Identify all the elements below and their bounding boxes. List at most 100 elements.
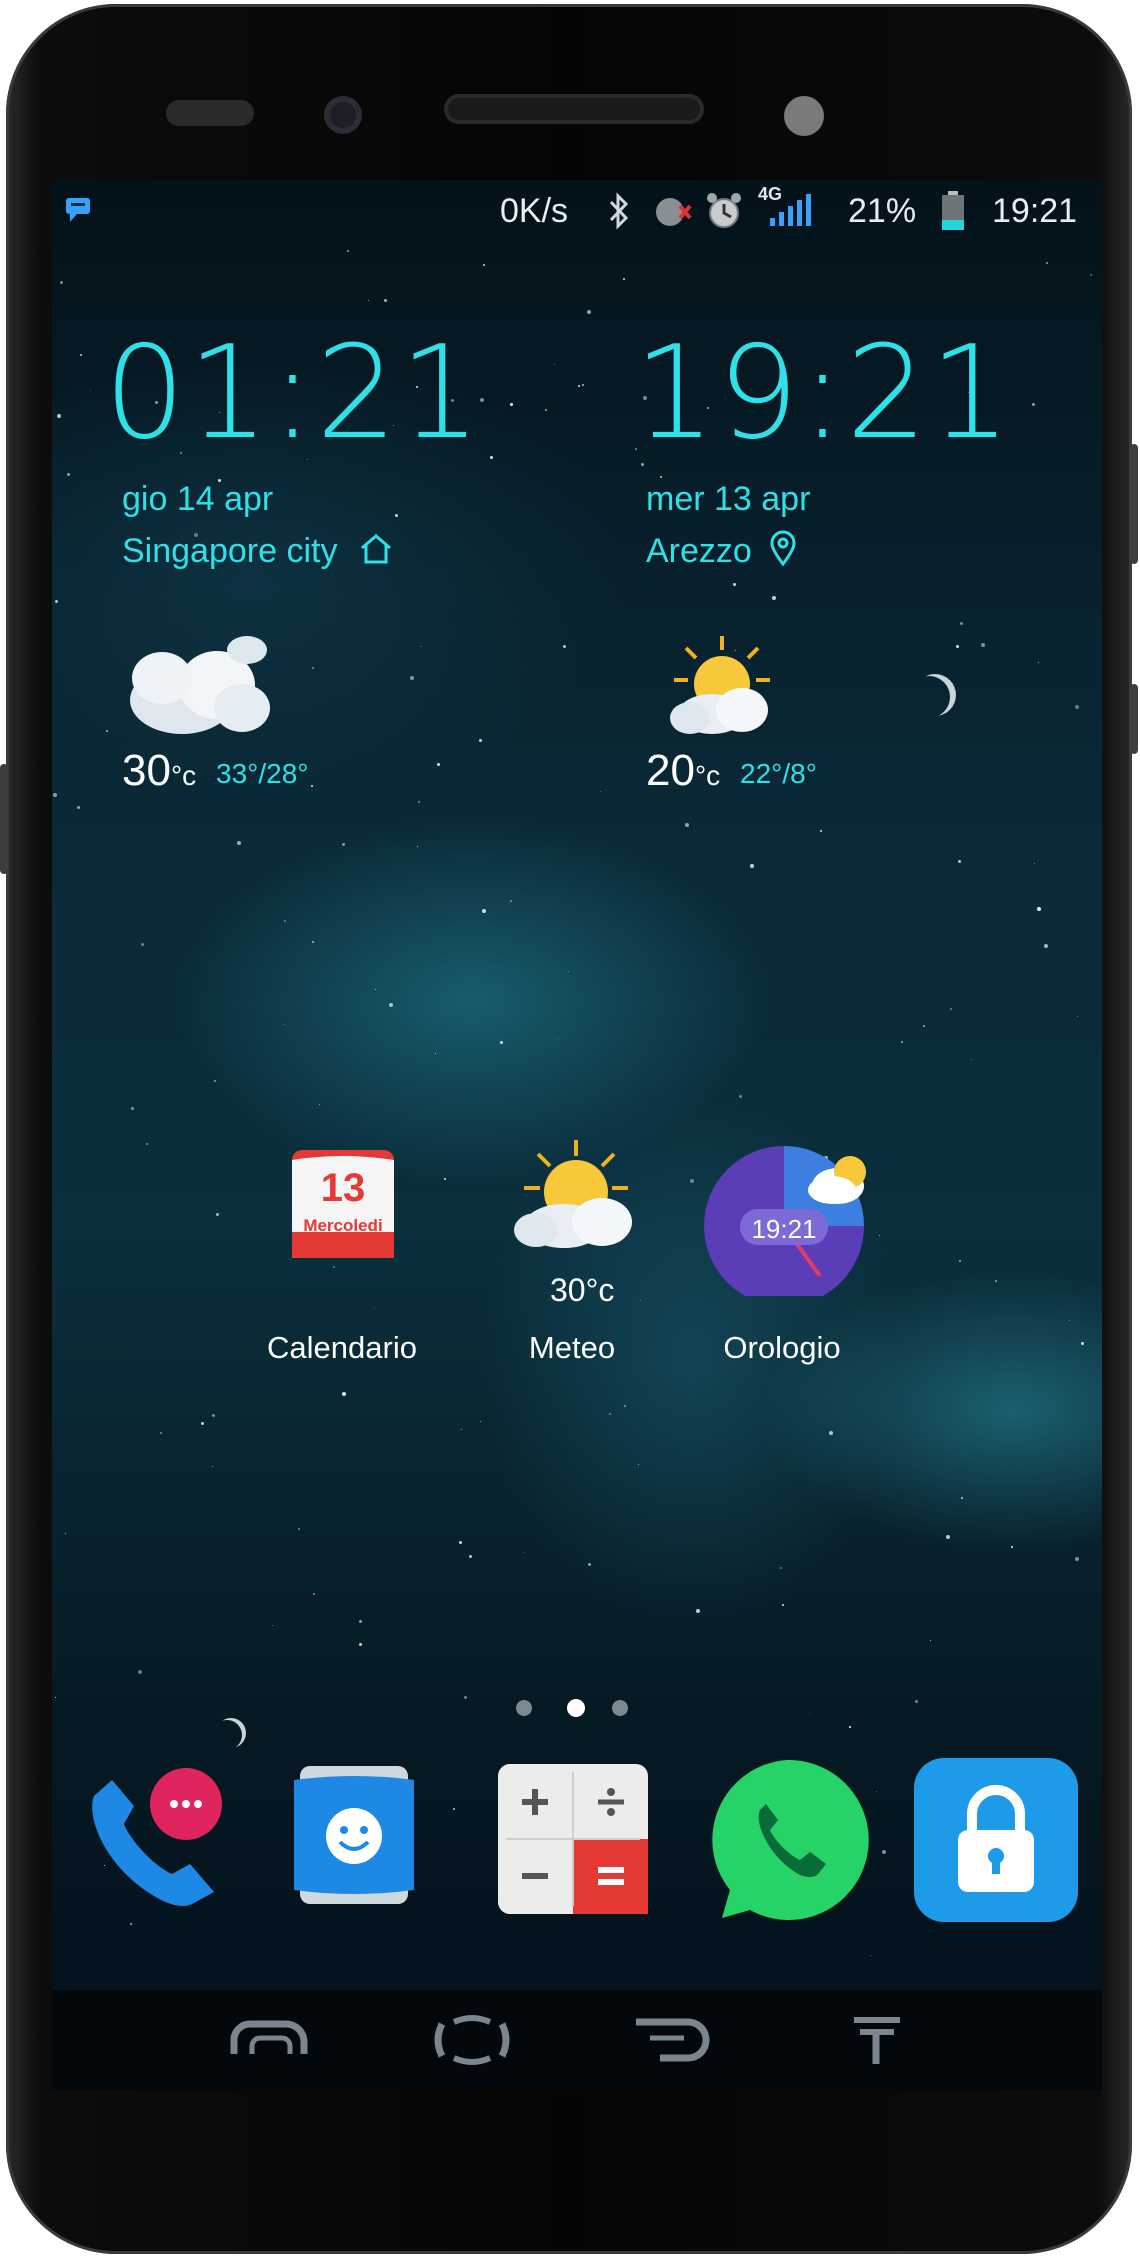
star [311, 785, 313, 787]
star [685, 823, 689, 827]
star [587, 310, 591, 314]
star [319, 1104, 320, 1105]
calculator-icon[interactable] [498, 1764, 648, 1919]
clock-widget-left-time[interactable]: 01:21 [104, 330, 483, 458]
star [733, 583, 736, 586]
star [588, 1563, 591, 1566]
clock-icon-time: 19:21 [751, 1214, 817, 1244]
home-icon[interactable] [432, 2010, 510, 2070]
star [545, 409, 547, 411]
star [359, 1643, 362, 1646]
star [1038, 662, 1039, 663]
star [60, 281, 63, 284]
star [480, 1421, 481, 1422]
star [946, 1535, 950, 1539]
star [359, 1620, 362, 1623]
star [554, 364, 555, 365]
star [1075, 705, 1079, 709]
star [90, 390, 91, 391]
back-icon[interactable] [632, 2010, 710, 2070]
star [849, 1726, 851, 1728]
star [417, 846, 418, 847]
status-bar: 0K/s 4G 21% 19:21 [52, 180, 1102, 242]
page-dot-2[interactable] [567, 1699, 585, 1717]
star [333, 1266, 335, 1268]
lock-icon[interactable] [914, 1758, 1078, 1927]
star [347, 250, 349, 252]
battery-percent: 21% [848, 192, 917, 230]
star [375, 989, 376, 990]
network-speed: 0K/s [500, 192, 569, 230]
weather-label[interactable]: Meteo [462, 1330, 682, 1366]
status-time: 19:21 [992, 192, 1078, 230]
moon-small [216, 1718, 246, 1748]
right-temp: 20°c [646, 746, 721, 795]
clock-label[interactable]: Orologio [672, 1330, 892, 1366]
star [212, 1414, 215, 1417]
star [284, 1024, 285, 1025]
star [453, 1808, 455, 1810]
star [342, 1392, 346, 1396]
star [201, 1422, 204, 1425]
star [389, 1003, 393, 1007]
star [384, 299, 387, 302]
star [138, 1670, 142, 1674]
star [106, 730, 108, 732]
clock-icon[interactable]: 19:21 [702, 1146, 878, 1306]
signal-icon [768, 192, 814, 237]
right-temp-range: 22°/8° [740, 758, 817, 789]
mute-icon [650, 190, 694, 243]
star [971, 1059, 972, 1060]
home-location-icon [358, 532, 394, 571]
whatsapp-icon[interactable] [702, 1759, 872, 1925]
star [1037, 907, 1041, 911]
star [961, 1497, 963, 1499]
star [780, 1567, 782, 1569]
star [437, 763, 440, 766]
weather-icon[interactable] [506, 1136, 642, 1257]
star [600, 791, 601, 792]
star [923, 1025, 925, 1027]
star [272, 1625, 273, 1626]
contacts-icon[interactable] [284, 1760, 424, 1915]
star [870, 1955, 871, 1956]
calendar-label[interactable]: Calendario [232, 1330, 452, 1366]
calendar-day: 13 [320, 1166, 366, 1210]
star [1011, 1546, 1013, 1548]
star [435, 1053, 436, 1054]
page-dot-3[interactable] [612, 1700, 628, 1716]
moon [914, 674, 956, 716]
star [284, 920, 286, 922]
notification-pull-icon[interactable] [842, 2010, 912, 2070]
star [660, 476, 662, 478]
light-sensor [784, 96, 824, 136]
partly-sunny-icon [662, 632, 782, 747]
page-dot-1[interactable] [516, 1700, 532, 1716]
phone-icon[interactable] [74, 1756, 234, 1921]
star [690, 1179, 694, 1183]
star [313, 1593, 315, 1595]
star [298, 1528, 300, 1530]
power-button [1130, 444, 1138, 564]
volume-button [0, 764, 8, 874]
clock-widget-right-city[interactable]: Arezzo [646, 532, 752, 571]
star [459, 1541, 462, 1544]
star [950, 1008, 952, 1010]
clock-widget-left-city[interactable]: Singapore city [122, 532, 337, 571]
earpiece [444, 94, 704, 124]
calendar-weekday: Mercoledi [303, 1216, 383, 1235]
bluetooth-icon [604, 190, 634, 241]
recent-apps-icon[interactable] [230, 2010, 308, 2070]
star [312, 667, 314, 669]
star [1081, 1342, 1084, 1345]
star [638, 1464, 639, 1465]
star [960, 622, 963, 625]
clock-widget-right-date: mer 13 apr [646, 480, 811, 518]
calendar-icon[interactable]: 13 Mercoledi [288, 1146, 398, 1264]
clock-widget-left-date: gio 14 apr [122, 480, 274, 518]
star [829, 1431, 833, 1435]
clock-widget-right-time[interactable]: 19:21 [634, 330, 1013, 458]
star [956, 645, 959, 648]
navigation-bar [52, 1990, 1102, 2090]
home-screen: 0K/s 4G 21% 19:21 01:21 gio 14 apr Singa… [52, 180, 1102, 2090]
